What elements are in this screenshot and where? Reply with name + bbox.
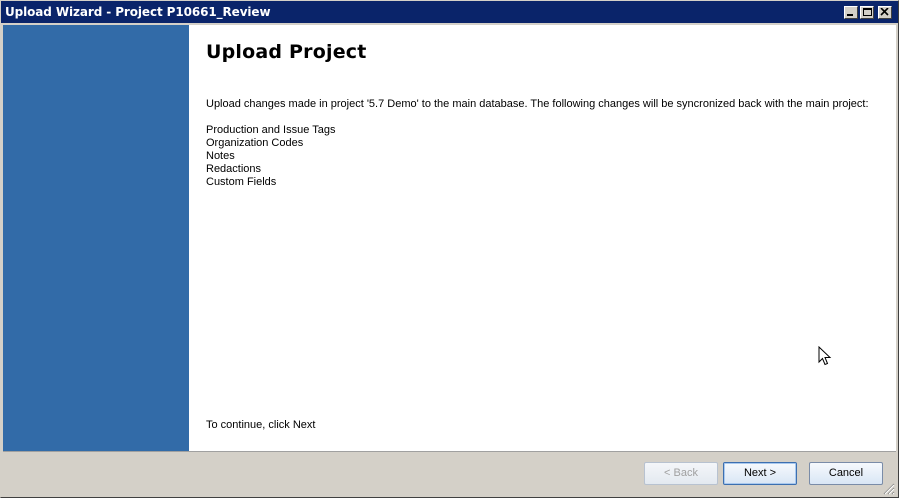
wizard-side-panel	[3, 25, 189, 451]
wizard-description: Upload changes made in project '5.7 Demo…	[206, 98, 869, 110]
list-item: Custom Fields	[206, 176, 277, 188]
minimize-icon	[847, 14, 853, 16]
wizard-client-area: Upload Project Upload changes made in pr…	[3, 25, 896, 452]
next-button[interactable]: Next >	[723, 462, 797, 485]
changes-list: Production and Issue Tags Organization C…	[206, 124, 335, 189]
window-title: Upload Wizard - Project P10661_Review	[5, 5, 271, 19]
list-item: Notes	[206, 150, 235, 162]
title-bar[interactable]: Upload Wizard - Project P10661_Review	[1, 1, 898, 23]
list-item: Redactions	[206, 163, 262, 175]
close-icon	[880, 8, 889, 16]
cancel-button[interactable]: Cancel	[809, 462, 883, 485]
wizard-button-bar: < Back Next > Cancel	[1, 452, 898, 497]
wizard-content: Upload Project Upload changes made in pr…	[189, 25, 896, 451]
maximize-icon	[863, 8, 872, 16]
list-item: Organization Codes	[206, 137, 304, 149]
back-button[interactable]: < Back	[644, 462, 718, 485]
upload-wizard-window: Upload Wizard - Project P10661_Review Up…	[0, 0, 899, 498]
mouse-cursor-icon	[818, 346, 832, 366]
minimize-button[interactable]	[844, 6, 858, 19]
list-item: Production and Issue Tags	[206, 124, 336, 136]
continue-instruction: To continue, click Next	[206, 419, 316, 431]
page-title: Upload Project	[206, 41, 367, 63]
maximize-button[interactable]	[860, 6, 874, 19]
close-button[interactable]	[878, 6, 892, 19]
resize-grip-icon[interactable]	[881, 481, 895, 495]
